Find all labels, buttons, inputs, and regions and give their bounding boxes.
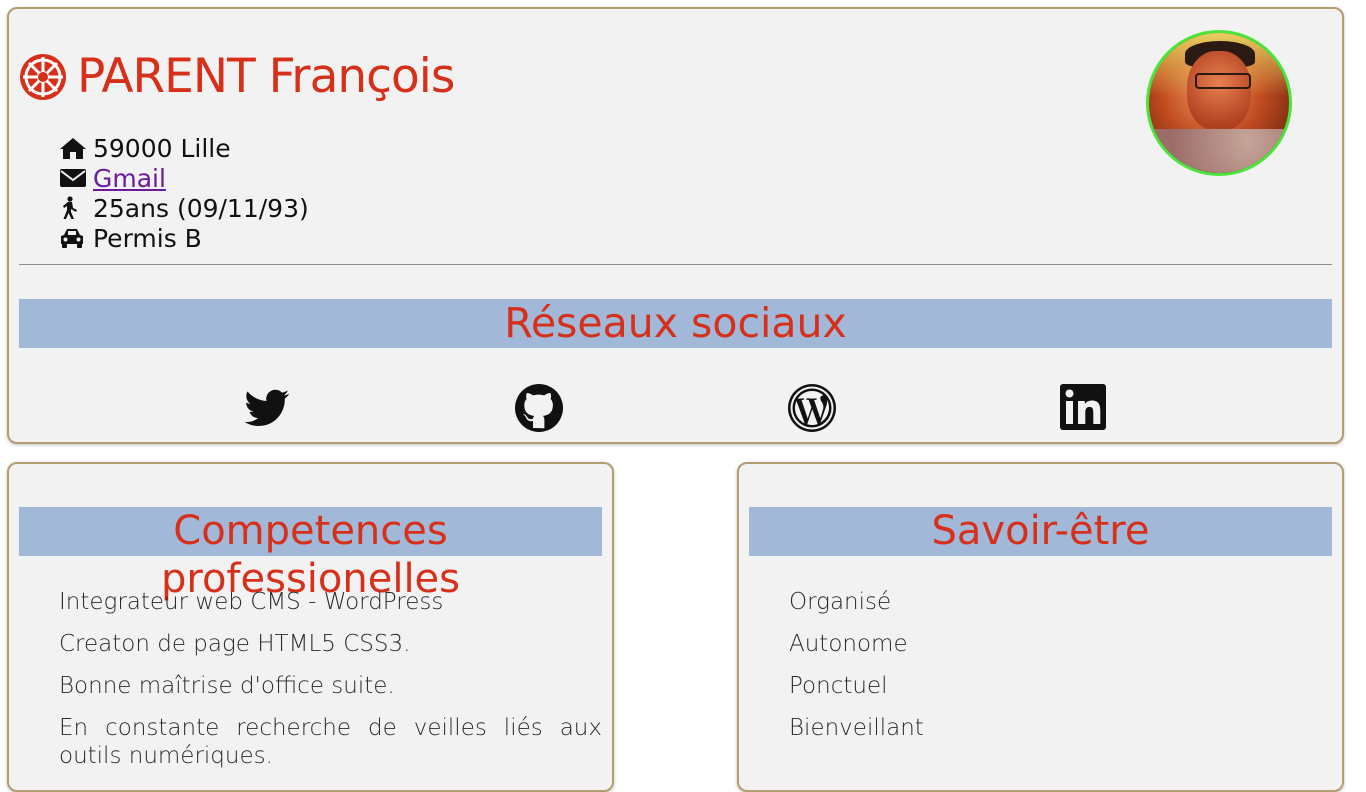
wordpress-icon[interactable] xyxy=(787,383,837,433)
home-icon xyxy=(59,136,87,160)
social-section-title: Réseaux sociaux xyxy=(19,299,1332,348)
email-row: Gmail xyxy=(59,163,309,193)
list-item: Integrateur web CMS - WordPress xyxy=(59,589,444,615)
social-links xyxy=(9,383,1342,433)
list-item: Organisé xyxy=(789,589,892,615)
list-item: En constante recherche de veilles liés a… xyxy=(59,715,602,769)
twitter-icon[interactable] xyxy=(242,383,292,433)
divider xyxy=(19,264,1332,265)
linkedin-icon[interactable] xyxy=(1059,383,1109,433)
profile-photo xyxy=(1146,30,1292,176)
list-item: Bonne maîtrise d'office suite. xyxy=(59,673,395,699)
soft-skills-card: Savoir-être Organisé Autonome Ponctuel B… xyxy=(737,462,1344,792)
email-link[interactable]: Gmail xyxy=(93,164,166,193)
address-text: 59000 Lille xyxy=(93,133,231,163)
github-icon[interactable] xyxy=(514,383,564,433)
license-text: Permis B xyxy=(93,223,202,253)
list-item: Creaton de page HTML5 CSS3. xyxy=(59,631,411,657)
skills-card: Competences professionelles Integrateur … xyxy=(7,462,614,792)
envelope-icon xyxy=(59,166,87,190)
soft-skills-list: Organisé Autonome Ponctuel Bienveillant xyxy=(789,588,924,756)
skills-list: Integrateur web CMS - WordPress Creaton … xyxy=(59,588,602,784)
age-text: 25ans (09/11/93) xyxy=(93,193,309,223)
walking-icon xyxy=(59,196,87,220)
skills-section-title: Competences professionelles xyxy=(19,507,602,602)
profile-card: PARENT François 59000 Lille Gmail 25ans … xyxy=(7,7,1344,444)
car-icon xyxy=(59,226,87,250)
list-item: Bienveillant xyxy=(789,715,924,741)
person-name: PARENT François xyxy=(77,49,455,104)
name-row: PARENT François xyxy=(19,49,455,104)
age-row: 25ans (09/11/93) xyxy=(59,193,309,223)
list-item: Autonome xyxy=(789,631,908,657)
contact-info: 59000 Lille Gmail 25ans (09/11/93) Permi… xyxy=(59,133,309,253)
license-row: Permis B xyxy=(59,223,309,253)
soft-skills-section-title: Savoir-être xyxy=(749,507,1332,556)
list-item: Ponctuel xyxy=(789,673,888,699)
address-row: 59000 Lille xyxy=(59,133,309,163)
empire-logo-icon xyxy=(19,53,67,101)
